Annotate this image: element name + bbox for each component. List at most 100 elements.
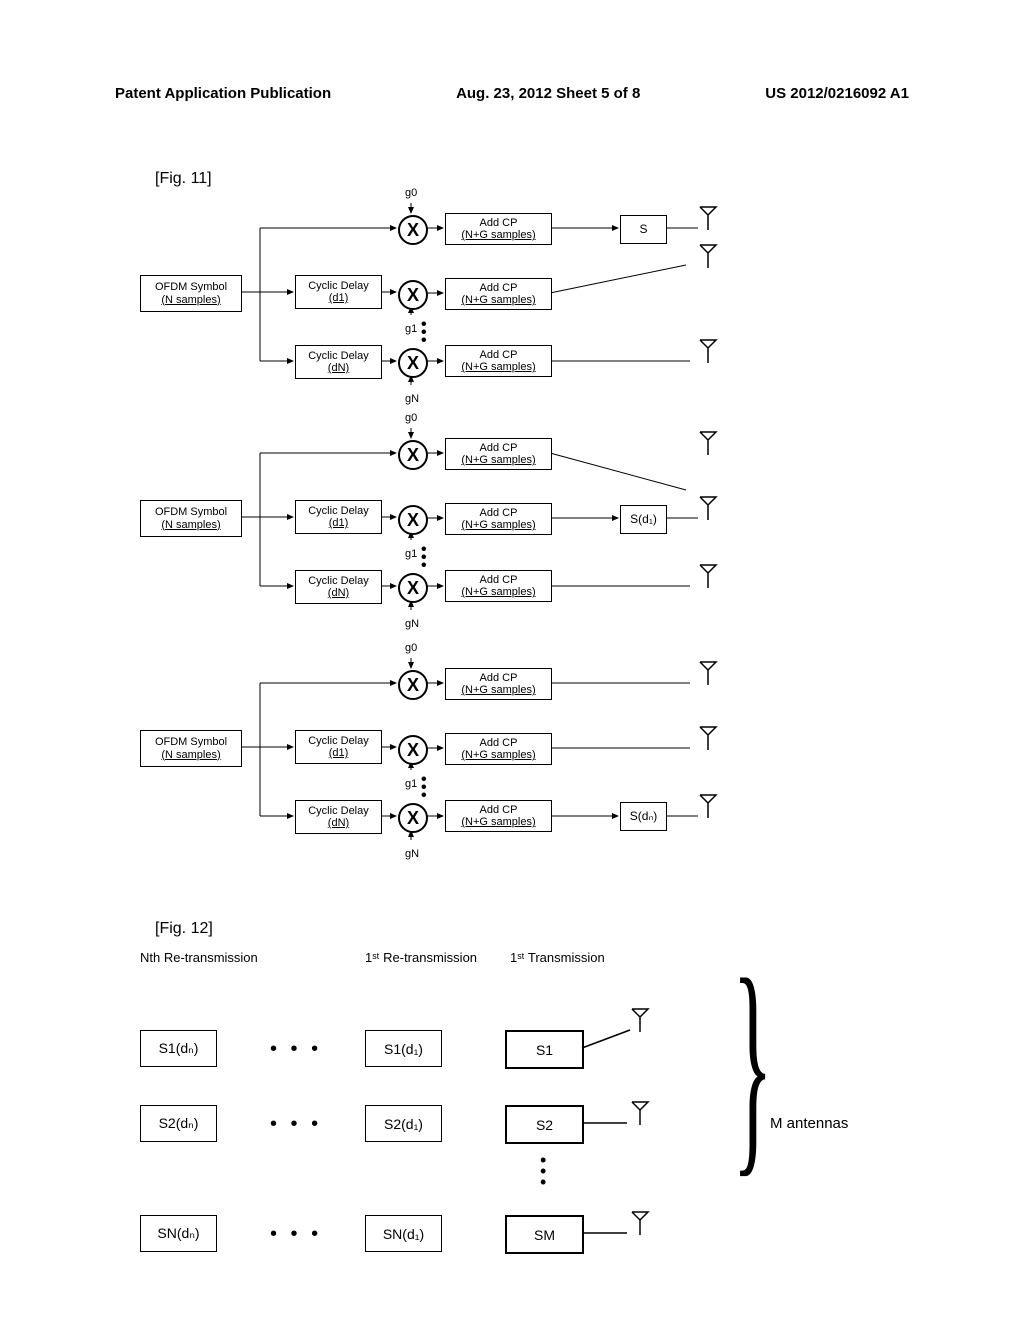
multiplier-icon: X [398,670,428,700]
addcp-line1: Add CP [480,804,518,816]
box-sm: SM [505,1215,584,1254]
ofdm-symbol-box: OFDM Symbol (N samples) [140,730,242,767]
horizontal-dots-icon: • • • [270,1223,322,1246]
antenna-icon [698,793,718,818]
branch-group-1: OFDM Symbol (N samples) Cyclic Delay (d1… [140,195,885,415]
ofdm-line1: OFDM Symbol [155,506,227,518]
gain-g0-label: g0 [405,412,417,424]
addcp-line1: Add CP [480,217,518,229]
output-sdn-box: S(dₙ) [620,802,667,831]
vertical-dots-icon: ••• [421,546,427,570]
m-antennas-label: M antennas [770,1115,848,1132]
addcp-line1: Add CP [480,574,518,586]
addcp-line2: (N+G samples) [461,294,535,306]
add-cp-box: Add CP (N+G samples) [445,668,552,700]
header-right: US 2012/0216092 A1 [765,85,909,102]
box-s1: S1 [505,1030,584,1069]
output-sd1-box: S(d₁) [620,505,667,534]
gain-g0-label: g0 [405,187,417,199]
antenna-icon [698,563,718,588]
addcp-line2: (N+G samples) [461,816,535,828]
figure-12: Nth Re-transmission 1ˢᵗ Re-transmission … [140,950,880,1290]
multiplier-icon: X [398,505,428,535]
box-s1-d1: S1(d₁) [365,1030,442,1067]
antenna-icon [698,495,718,520]
addcp-line2: (N+G samples) [461,684,535,696]
add-cp-box: Add CP (N+G samples) [445,213,552,245]
cyclic-delay-d1-box: Cyclic Delay (d1) [295,730,382,764]
figure-11: OFDM Symbol (N samples) Cyclic Delay (d1… [140,195,885,900]
multiplier-icon: X [398,573,428,603]
add-cp-box: Add CP (N+G samples) [445,570,552,602]
add-cp-box: Add CP (N+G samples) [445,503,552,535]
vertical-dots-icon: ••• [540,1155,546,1187]
addcp-line1: Add CP [480,672,518,684]
box-s2-d1: S2(d₁) [365,1105,442,1142]
delay-dn-line1: Cyclic Delay [308,350,369,362]
output-s-box: S [620,215,667,244]
antenna-icon [698,725,718,750]
addcp-line1: Add CP [480,442,518,454]
header-center: Aug. 23, 2012 Sheet 5 of 8 [456,85,640,102]
gain-gn-label: gN [405,393,419,405]
box-s2: S2 [505,1105,584,1144]
antenna-icon [630,1100,650,1125]
ofdm-line2: (N samples) [161,749,220,761]
addcp-line2: (N+G samples) [461,454,535,466]
box-s1-dn: S1(dₙ) [140,1030,217,1067]
page-header: Patent Application Publication Aug. 23, … [0,85,1024,102]
figure-12-label: [Fig. 12] [155,920,213,938]
box-s2-dn: S2(dₙ) [140,1105,217,1142]
addcp-line2: (N+G samples) [461,519,535,531]
add-cp-box: Add CP (N+G samples) [445,438,552,470]
multiplier-icon: X [398,280,428,310]
heading-first-transmission: 1ˢᵗ Transmission [510,950,605,965]
cyclic-delay-d1-box: Cyclic Delay (d1) [295,275,382,309]
vertical-dots-icon: ••• [421,321,427,345]
multiplier-icon: X [398,440,428,470]
ofdm-line1: OFDM Symbol [155,736,227,748]
header-left: Patent Application Publication [115,85,331,102]
heading-nth-retransmission: Nth Re-transmission [140,950,260,965]
cyclic-delay-dn-box: Cyclic Delay (dN) [295,345,382,379]
horizontal-dots-icon: • • • [270,1113,322,1136]
delay-dn-line2: (dN) [328,362,349,374]
heading-first-retransmission: 1ˢᵗ Re-transmission [365,950,485,965]
box-sn-dn: SN(dₙ) [140,1215,217,1252]
delay-d1-line2: (d1) [329,292,349,304]
antenna-icon [630,1210,650,1235]
cyclic-delay-dn-box: Cyclic Delay (dN) [295,800,382,834]
vertical-dots-icon: ••• [421,776,427,800]
delay-d1-line1: Cyclic Delay [308,280,369,292]
ofdm-symbol-box: OFDM Symbol (N samples) [140,500,242,537]
ofdm-line2: (N samples) [161,294,220,306]
branch-group-3: OFDM Symbol (N samples) Cyclic Delay (d1… [140,650,885,870]
gain-g1-label: g1 [405,778,417,790]
multiplier-icon: X [398,215,428,245]
addcp-line2: (N+G samples) [461,361,535,373]
addcp-line2: (N+G samples) [461,229,535,241]
antenna-icon [698,338,718,363]
delay-d1-line2: (d1) [329,517,349,529]
delay-dn-line1: Cyclic Delay [308,575,369,587]
gain-gn-label: gN [405,848,419,860]
delay-dn-line2: (dN) [328,587,349,599]
figure-11-label: [Fig. 11] [155,170,212,188]
addcp-line2: (N+G samples) [461,586,535,598]
gain-g1-label: g1 [405,548,417,560]
gain-g0-label: g0 [405,642,417,654]
antenna-icon [698,430,718,455]
cyclic-delay-d1-box: Cyclic Delay (d1) [295,500,382,534]
delay-d1-line2: (d1) [329,747,349,759]
brace-icon: } [732,925,772,1201]
add-cp-box: Add CP (N+G samples) [445,345,552,377]
antenna-icon [698,205,718,230]
ofdm-symbol-box: OFDM Symbol (N samples) [140,275,242,312]
delay-d1-line1: Cyclic Delay [308,505,369,517]
horizontal-dots-icon: • • • [270,1038,322,1061]
multiplier-icon: X [398,735,428,765]
add-cp-box: Add CP (N+G samples) [445,800,552,832]
ofdm-line1: OFDM Symbol [155,281,227,293]
multiplier-icon: X [398,348,428,378]
add-cp-box: Add CP (N+G samples) [445,278,552,310]
